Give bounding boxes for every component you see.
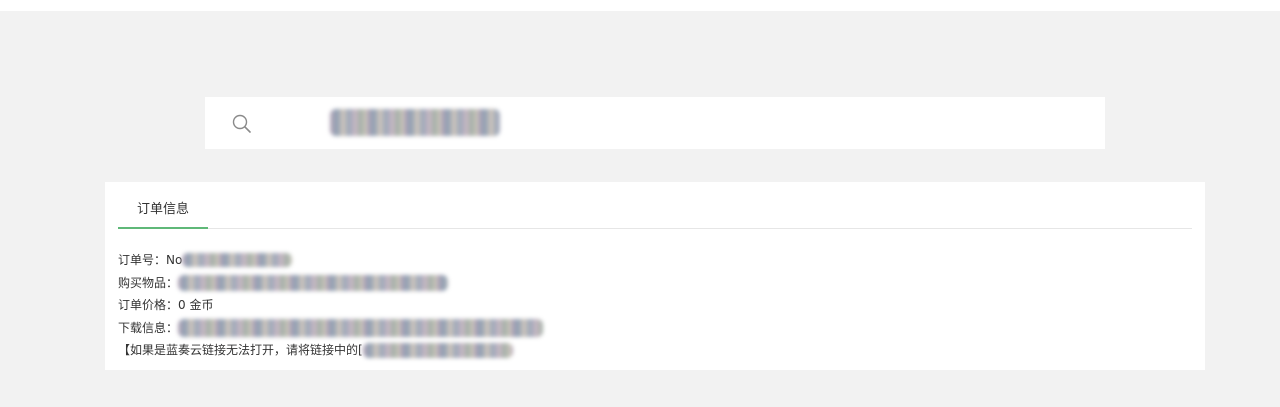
order-number-row: 订单号： No — [118, 249, 1188, 272]
price-label: 订单价格： — [118, 298, 179, 312]
item-value-redacted — [178, 274, 449, 291]
order-number-prefix: No — [166, 253, 183, 267]
order-number-label: 订单号： — [118, 253, 167, 267]
note-row: 【如果是蓝奏云链接无法打开，请将链接中的[ — [118, 339, 1188, 362]
order-info: 订单号： No 购买物品： 订单价格： 0 金币 下载信息： 【如果是蓝奏云链接… — [118, 249, 1188, 362]
top-strip — [0, 0, 1280, 11]
price-value: 0 金币 — [178, 298, 214, 312]
search-query-redacted — [330, 109, 500, 136]
item-label: 购买物品： — [118, 275, 179, 290]
order-number-redacted — [182, 253, 293, 268]
price-row: 订单价格： 0 金币 — [118, 294, 1188, 317]
download-value-redacted — [178, 318, 544, 337]
tab-bar-divider — [118, 228, 1192, 229]
note-redacted — [362, 342, 513, 358]
download-row: 下载信息： — [118, 317, 1188, 340]
tab-order-info[interactable]: 订单信息 — [118, 196, 208, 228]
item-row: 购买物品： — [118, 272, 1188, 295]
lanzou-note: 【如果是蓝奏云链接无法打开，请将链接中的[ — [118, 343, 363, 357]
download-label: 下载信息： — [118, 320, 179, 335]
active-tab-indicator — [118, 227, 208, 229]
search-icon[interactable] — [231, 113, 253, 135]
